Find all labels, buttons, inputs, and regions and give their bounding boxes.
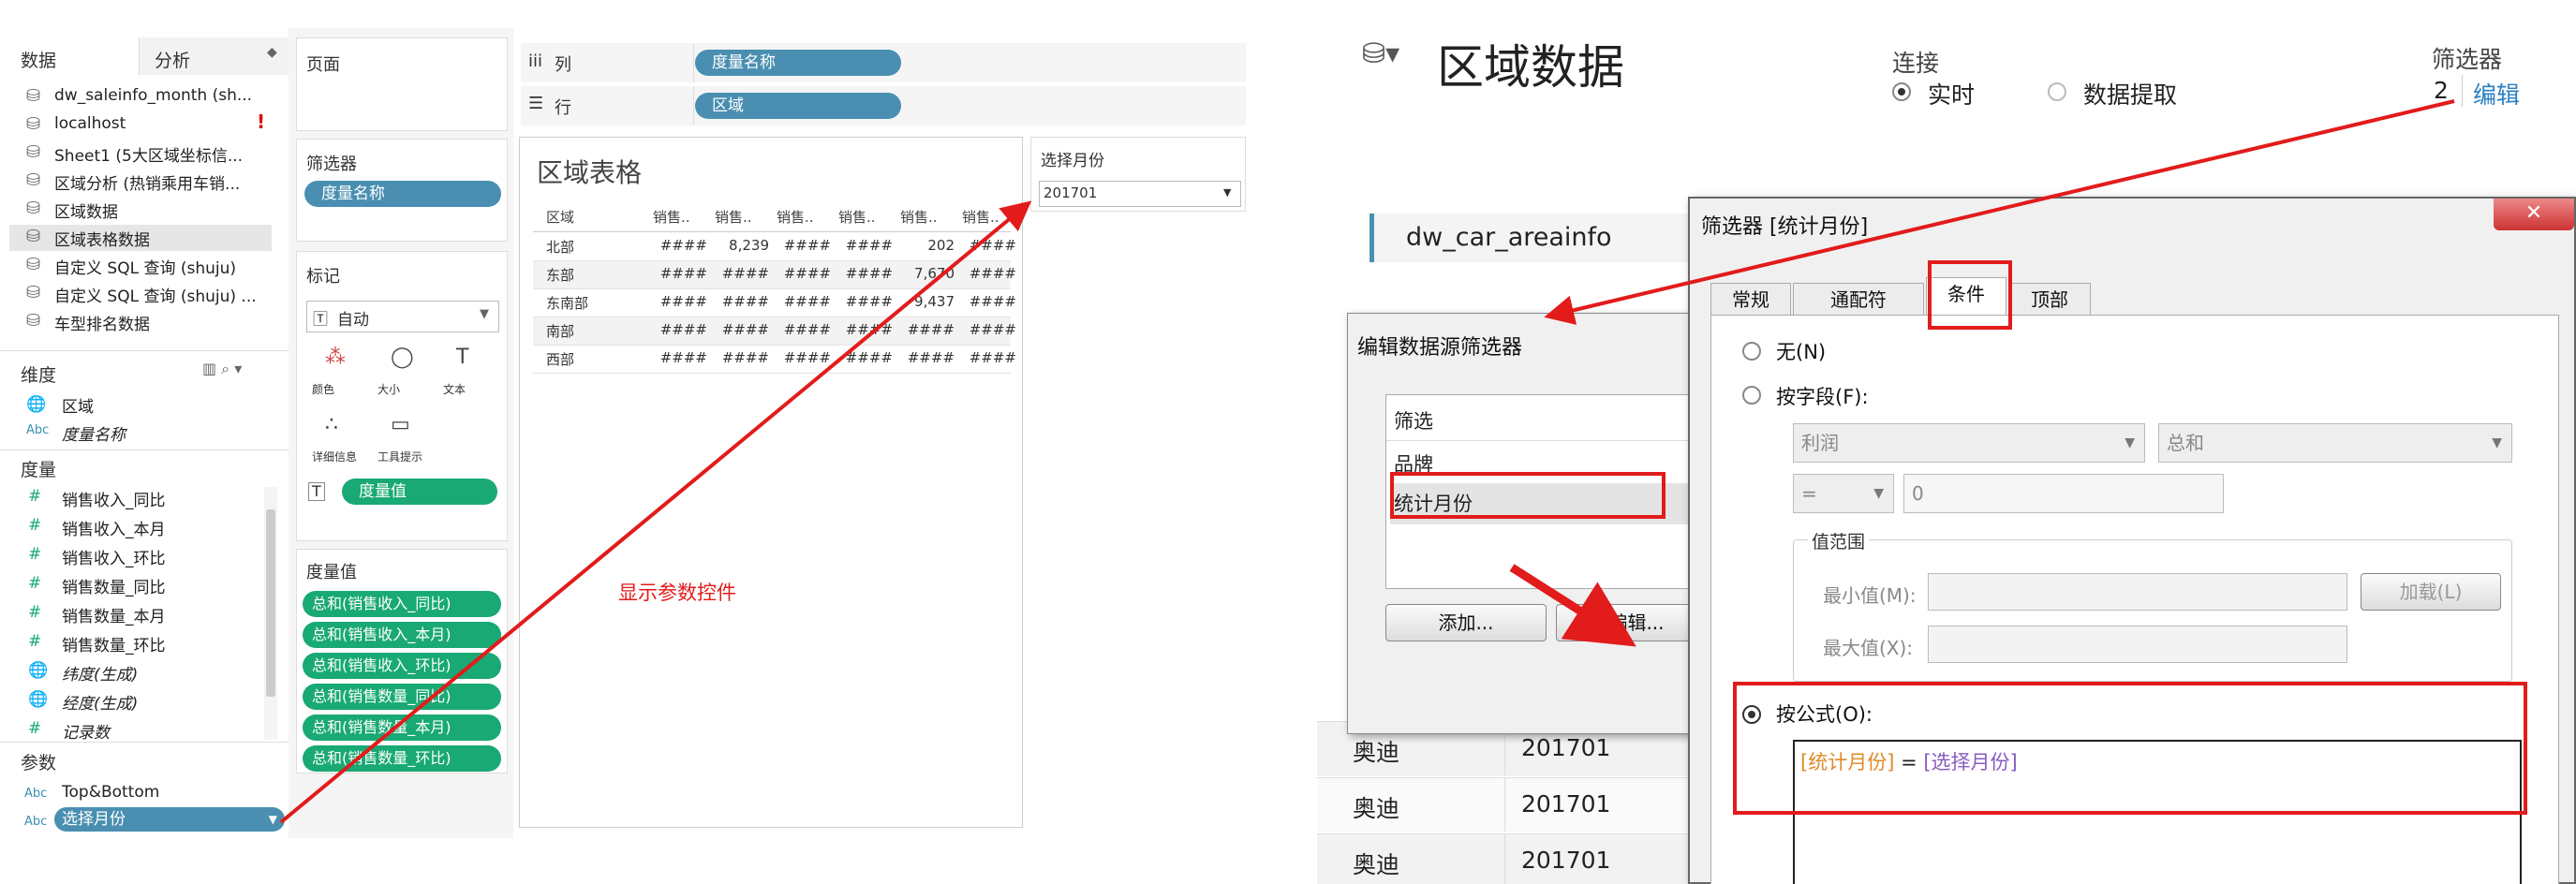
arrow-to-edit-button bbox=[1509, 564, 1636, 647]
annotation-arrows bbox=[279, 99, 2455, 824]
arrow-to-parameter-control bbox=[279, 200, 1032, 824]
arrow-to-edit-dialog bbox=[1544, 99, 2455, 325]
